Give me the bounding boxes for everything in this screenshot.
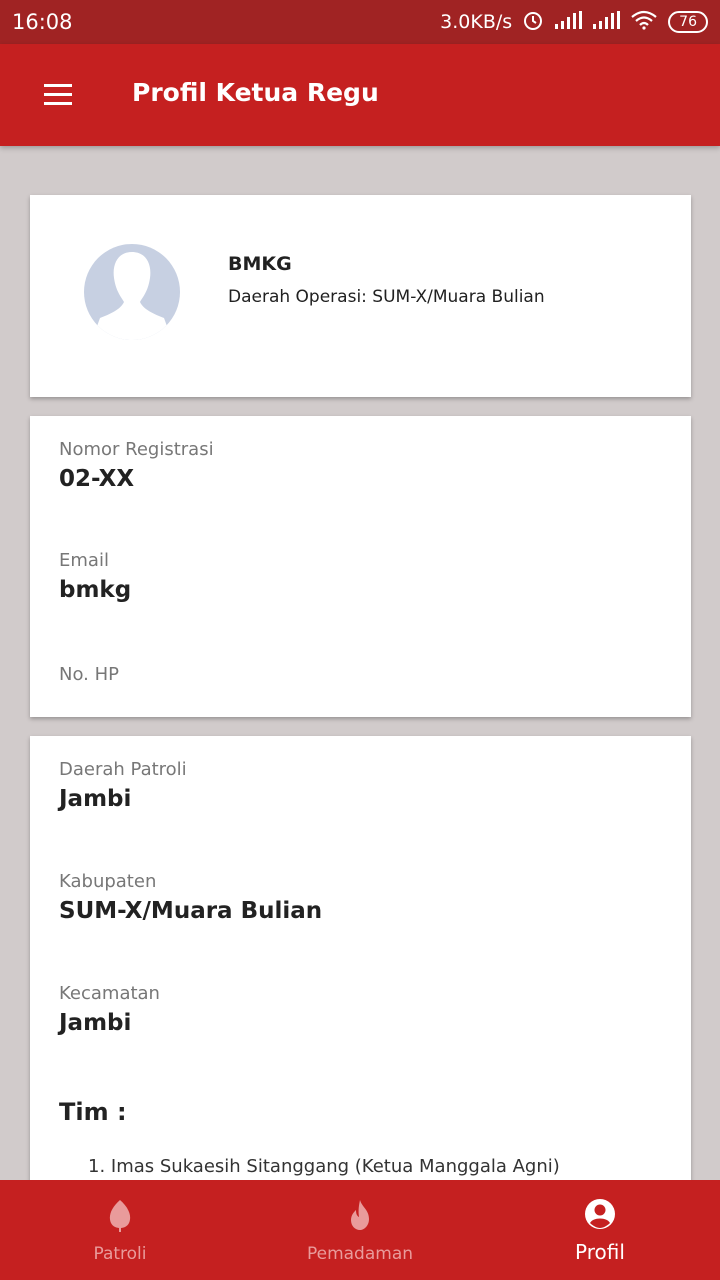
menu-icon[interactable] [44,84,72,106]
field-kecamatan: Kecamatan Jambi [59,983,160,1036]
fire-icon [347,1198,373,1236]
status-time: 16:08 [12,10,73,34]
account-card: Nomor Registrasi 02-XX Email bmkg No. HP [30,416,691,717]
field-label: Email [59,550,109,571]
field-value: Jambi [59,786,132,812]
field-patrol-area: Daerah Patroli Jambi [59,759,187,812]
nav-label: Patroli [93,1244,147,1264]
nav-label: Pemadaman [306,1244,414,1264]
network-speed: 3.0KB/s [440,11,513,33]
patrol-card: Daerah Patroli Jambi Kabupaten SUM-X/Mua… [30,736,691,1196]
signal-icon [592,10,621,34]
wifi-icon [630,10,658,35]
team-list: 1. Imas Sukaesih Sitanggang (Ketua Mangg… [88,1156,560,1177]
avatar [84,244,180,340]
field-value: SUM-X/Muara Bulian [59,898,323,924]
status-bar: 16:08 3.0KB/s 76 [0,0,720,44]
profile-operation-area: Daerah Operasi: SUM-X/Muara Bulian [228,287,545,307]
field-registration: Nomor Registrasi 02-XX [59,439,214,492]
account-circle-icon [584,1198,616,1234]
battery-icon: 76 [668,11,708,33]
field-label: No. HP [59,664,119,685]
leaf-icon [107,1198,133,1236]
field-phone: No. HP [59,664,119,691]
bottom-navigation: Patroli Pemadaman Profil [0,1180,720,1280]
field-kabupaten: Kabupaten SUM-X/Muara Bulian [59,871,322,924]
person-silhouette-icon [92,252,172,340]
page-title: Profil Ketua Regu [132,78,379,107]
field-value: bmkg [59,577,132,603]
nav-item-pemadaman[interactable]: Pemadaman [240,1180,480,1280]
nav-label: Profil [575,1240,625,1264]
nav-item-patroli[interactable]: Patroli [0,1180,240,1280]
signal-icon [554,10,583,34]
field-value: 02-XX [59,466,135,492]
field-label: Kecamatan [59,983,160,1004]
list-item: 1. Imas Sukaesih Sitanggang (Ketua Mangg… [88,1156,560,1177]
field-email: Email bmkg [59,550,131,603]
nav-item-profil[interactable]: Profil [480,1180,720,1280]
team-heading: Tim : [59,1098,127,1126]
field-label: Daerah Patroli [59,759,187,780]
app-bar: Profil Ketua Regu [0,44,720,146]
profile-card: BMKG Daerah Operasi: SUM-X/Muara Bulian [30,195,691,397]
field-label: Kabupaten [59,871,157,892]
alarm-icon [522,9,544,36]
status-icons: 3.0KB/s 76 [440,9,708,36]
profile-name: BMKG [228,253,292,275]
field-value: Jambi [59,1010,132,1036]
field-label: Nomor Registrasi [59,439,214,460]
